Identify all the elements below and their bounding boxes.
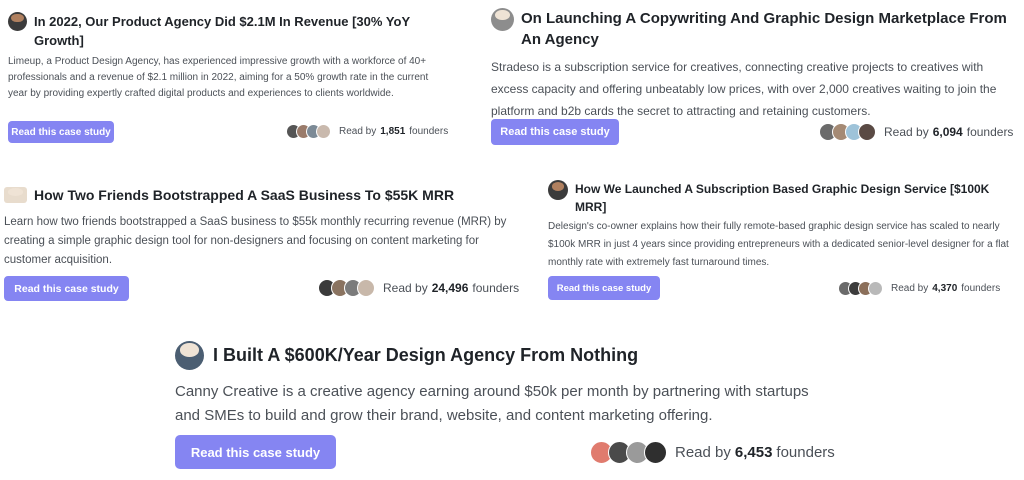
case-study-title-text: How We Launched A Subscription Based Gra… [575, 182, 990, 214]
readers-prefix: Read by [884, 125, 929, 139]
case-study-card: How Two Friends Bootstrapped A SaaS Busi… [4, 185, 524, 266]
case-study-card: How We Launched A Subscription Based Gra… [548, 180, 1020, 268]
readers-count: Read by 1,851 founders [286, 124, 448, 139]
reader-avatars [838, 281, 883, 296]
readers-prefix: Read by [891, 283, 929, 294]
readers-count: Read by 6,094 founders [819, 123, 1013, 141]
author-avatar [548, 180, 568, 200]
reader-avatars [590, 441, 667, 464]
case-study-title-text: I Built A $600K/Year Design Agency From … [213, 345, 639, 365]
case-study-description: Stradeso is a subscription service for c… [491, 60, 997, 118]
readers-number: 24,496 [431, 281, 469, 295]
case-study-title-text: In 2022, Our Product Agency Did $2.1M In… [34, 14, 410, 48]
readers-suffix: founders [776, 444, 835, 461]
reader-avatar [316, 124, 331, 139]
case-study-title-text: On Launching A Copywriting And Graphic D… [521, 10, 1007, 48]
read-case-study-button[interactable]: Read this case study [491, 119, 619, 145]
reader-avatar [357, 279, 375, 297]
case-study-title[interactable]: How Two Friends Bootstrapped A SaaS Busi… [4, 185, 524, 205]
readers-number: 1,851 [380, 126, 406, 137]
case-study-title[interactable]: On Launching A Copywriting And Graphic D… [491, 8, 1021, 50]
case-study-title[interactable]: How We Launched A Subscription Based Gra… [548, 180, 1020, 216]
reader-avatar [644, 441, 667, 464]
readers-count: Read by 24,496 founders [318, 279, 519, 297]
case-study-description: Delesign's co-owner explains how their f… [548, 221, 1009, 268]
author-avatar [8, 12, 27, 31]
case-study-title[interactable]: I Built A $600K/Year Design Agency From … [175, 341, 835, 370]
author-avatar [4, 187, 27, 203]
case-study-description: Limeup, a Product Design Agency, has exp… [8, 56, 429, 99]
case-study-title-text: How Two Friends Bootstrapped A SaaS Busi… [34, 187, 455, 203]
read-case-study-button[interactable]: Read this case study [4, 276, 129, 301]
readers-number: 6,094 [932, 125, 963, 139]
read-case-study-button[interactable]: Read this case study [548, 276, 660, 300]
read-case-study-button[interactable]: Read this case study [8, 121, 114, 143]
readers-suffix: founders [966, 125, 1014, 139]
readers-suffix: founders [409, 126, 449, 137]
case-study-card: On Launching A Copywriting And Graphic D… [491, 8, 1021, 118]
readers-prefix: Read by [675, 444, 731, 461]
readers-count: Read by 4,370 founders [838, 281, 1000, 296]
reader-avatars [286, 124, 331, 139]
author-avatar [175, 341, 204, 370]
case-study-description: Learn how two friends bootstrapped a Saa… [4, 216, 507, 266]
readers-suffix: founders [961, 283, 1001, 294]
readers-number: 4,370 [932, 283, 958, 294]
reader-avatar [858, 123, 876, 141]
readers-prefix: Read by [383, 281, 428, 295]
readers-number: 6,453 [734, 444, 773, 461]
reader-avatars [318, 279, 375, 297]
case-study-description: Canny Creative is a creative agency earn… [175, 383, 809, 424]
author-avatar [491, 8, 514, 31]
read-case-study-button[interactable]: Read this case study [175, 435, 336, 469]
reader-avatars [819, 123, 876, 141]
readers-suffix: founders [472, 281, 520, 295]
case-study-card: I Built A $600K/Year Design Agency From … [175, 341, 835, 424]
case-study-card: In 2022, Our Product Agency Did $2.1M In… [8, 12, 458, 99]
readers-prefix: Read by [339, 126, 377, 137]
case-study-title[interactable]: In 2022, Our Product Agency Did $2.1M In… [8, 12, 458, 50]
reader-avatar [868, 281, 883, 296]
readers-count: Read by 6,453 founders [590, 441, 835, 464]
